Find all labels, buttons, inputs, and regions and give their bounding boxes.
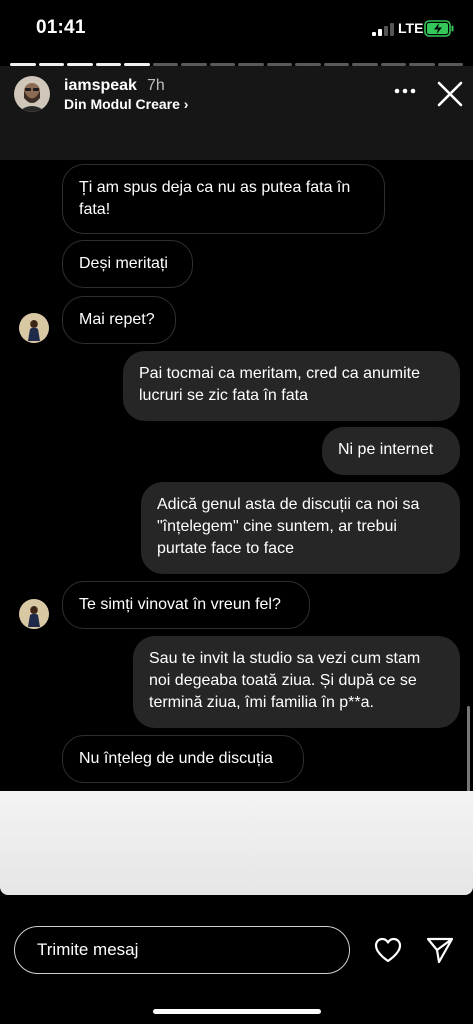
more-horizontal-icon[interactable] <box>391 81 421 101</box>
create-mode-link[interactable]: Din Modul Creare › <box>64 96 188 112</box>
message-bubble-incoming: Ți am spus deja ca nu as putea fata în f… <box>62 164 385 234</box>
reply-footer <box>0 895 473 1024</box>
message-line: "înțelegem" cine suntem, ar trebui <box>157 518 397 535</box>
message-line: Pai tocmai ca meritam, cred ca anumite <box>139 365 420 382</box>
screenshot-bottom-panel <box>0 791 473 895</box>
message-bubble-outgoing: Adică genul asta de discuții ca noi sa "… <box>141 482 460 574</box>
message-bubble-incoming: Nu înțeleg de unde discuția <box>62 735 304 783</box>
message-line: Ți am spus deja ca nu as putea fata în <box>79 179 351 196</box>
sender-avatar <box>19 313 49 343</box>
chevron-right-icon: › <box>183 96 189 112</box>
sender-avatar <box>19 599 49 629</box>
story-username[interactable]: iamspeak <box>64 77 137 95</box>
message-bubble-outgoing: Sau te invit la studio sa vezi cum stam … <box>133 636 460 728</box>
message-line: lucruri se zic fata în fata <box>139 387 308 404</box>
story-time-ago: 7h <box>147 77 165 94</box>
send-message-input[interactable] <box>14 926 350 974</box>
network-label: LTE <box>398 20 424 36</box>
close-icon[interactable] <box>436 80 464 108</box>
heart-icon[interactable] <box>373 936 403 964</box>
message-line: Sau te invit la studio sa vezi cum stam <box>149 650 421 667</box>
battery-icon <box>424 20 454 37</box>
message-line: Adică genul asta de discuții ca noi sa <box>157 496 420 513</box>
status-time: 01:41 <box>36 17 86 38</box>
message-line: termină ziua, îmi familia în p**a. <box>149 694 374 711</box>
message-bubble-outgoing: Pai tocmai ca meritam, cred ca anumite l… <box>123 351 460 421</box>
message-bubble-incoming: Deși meritați <box>62 240 193 288</box>
story-header: iamspeak 7h Din Modul Creare › <box>0 66 473 160</box>
message-bubble-incoming: Te simți vinovat în vreun fel? <box>62 581 310 629</box>
chat-scrollbar <box>467 706 470 792</box>
profile-avatar[interactable] <box>14 76 50 112</box>
message-bubble-outgoing: Ni pe internet <box>322 427 460 475</box>
create-mode-label: Din Modul Creare <box>64 96 180 112</box>
message-line: fata! <box>79 201 111 218</box>
chat-screenshot: Ți am spus deja ca nu as putea fata în f… <box>0 160 473 792</box>
send-icon[interactable] <box>425 935 455 965</box>
status-bar: 01:41 LTE <box>0 0 473 58</box>
message-bubble-incoming: Mai repet? <box>62 296 176 344</box>
message-line: noi degeaba toată ziua. Și după ce se <box>149 672 417 689</box>
message-line: purtate face to face <box>157 540 294 557</box>
signal-icon <box>372 23 394 36</box>
home-indicator <box>153 1009 321 1014</box>
